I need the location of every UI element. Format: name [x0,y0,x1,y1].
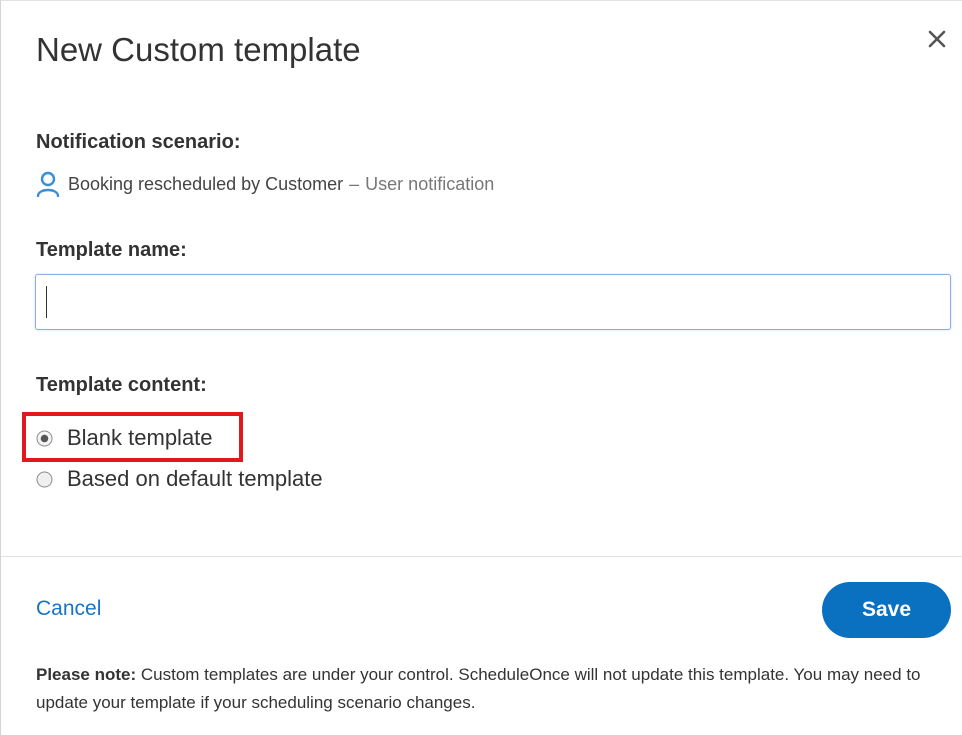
scenario-type: User notification [365,173,495,194]
save-button[interactable]: Save [822,582,951,638]
cancel-link[interactable]: Cancel [36,597,101,621]
close-icon [928,30,946,48]
new-custom-template-dialog: New Custom template Notification scenari… [0,0,962,735]
notification-scenario: Booking rescheduled by Customer – User n… [36,171,494,197]
note-text: Custom templates are under your control.… [36,665,921,712]
template-content-label: Template content: [36,374,207,396]
notification-scenario-label: Notification scenario: [36,131,241,153]
dialog-title: New Custom template [36,31,361,68]
scenario-name: Booking rescheduled by Customer [68,173,344,194]
template-name-label: Template name: [36,239,187,261]
user-icon [36,171,60,197]
radio-default-template[interactable]: Based on default template [36,464,323,494]
text-caret [46,286,47,318]
radio-unselected-icon [36,471,53,487]
highlight-annotation [22,412,243,462]
radio-default-template-label: Based on default template [67,466,323,491]
please-note: Please note: Custom templates are under … [36,661,956,717]
scenario-separator: – [349,173,360,194]
note-heading: Please note: [36,665,137,684]
footer-divider [1,556,962,557]
close-button[interactable] [925,27,951,53]
template-name-input[interactable] [35,274,951,330]
